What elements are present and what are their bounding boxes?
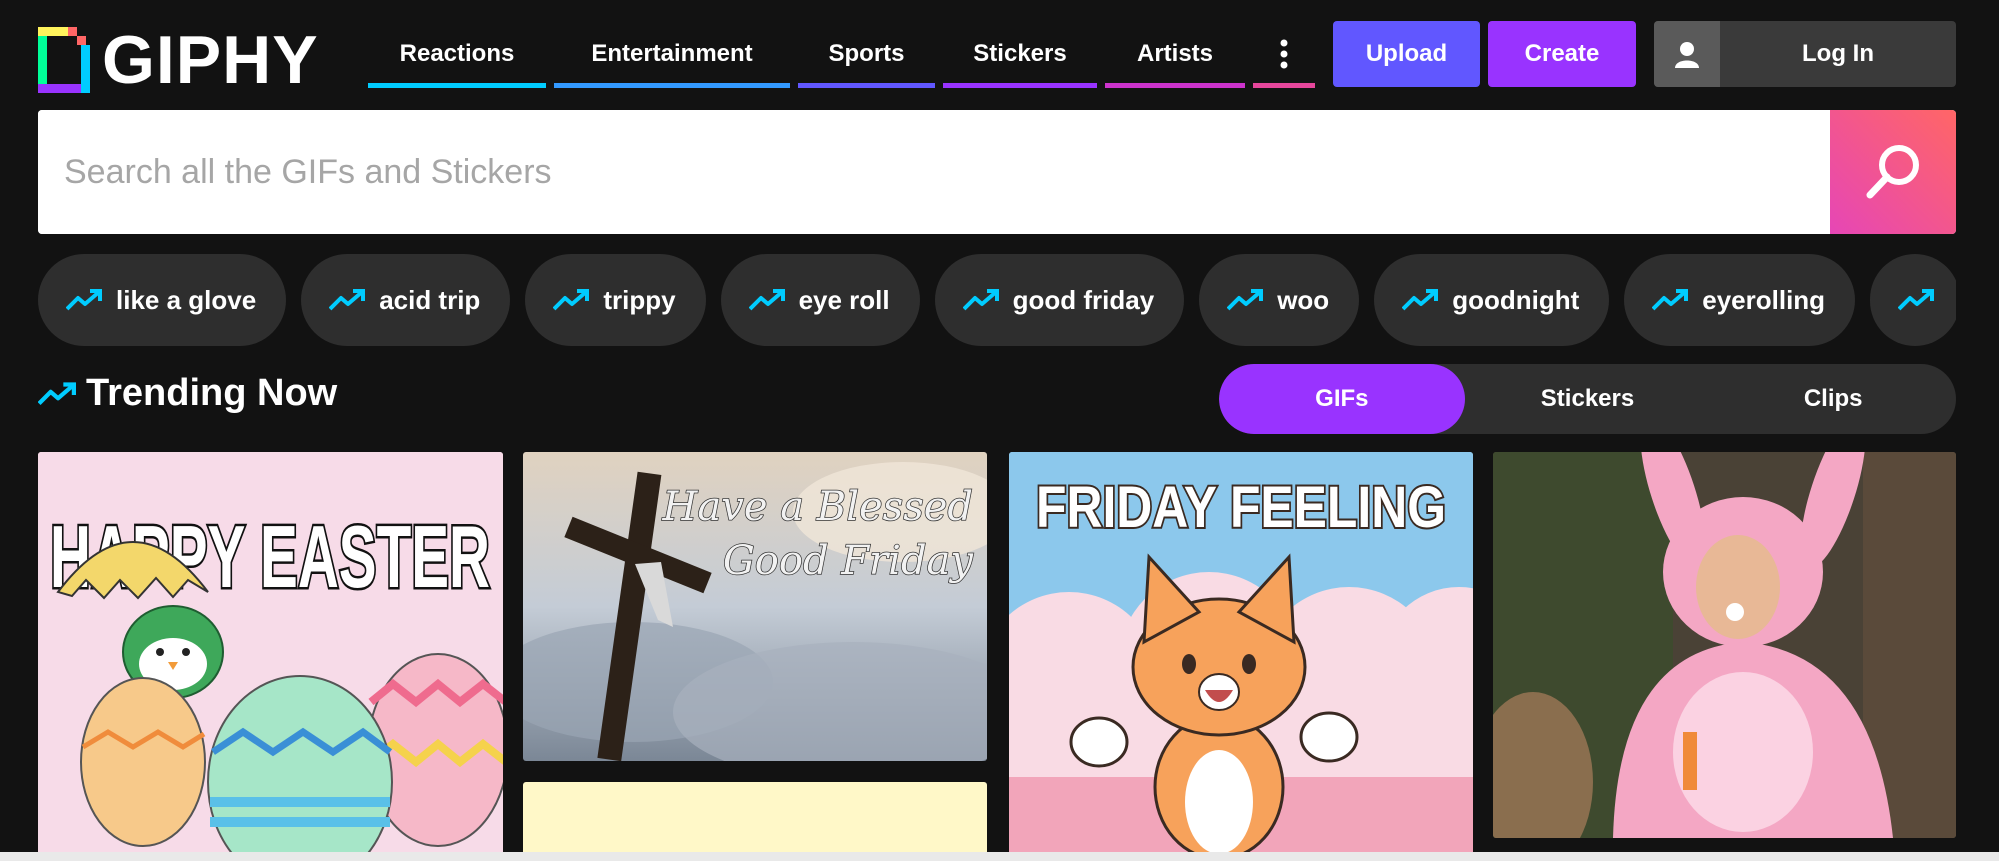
trending-up-icon — [1898, 289, 1935, 311]
trending-pill[interactable]: good friday — [934, 254, 1185, 346]
trending-pill[interactable]: like a glove — [38, 254, 287, 346]
trending-up-icon — [38, 381, 76, 405]
trending-pill[interactable]: eye roll — [720, 254, 920, 346]
trending-up-icon — [1227, 289, 1264, 311]
gif-good-friday-image: Have a Blessed Good Friday — [523, 452, 987, 761]
trending-up-icon — [1402, 289, 1439, 311]
upload-button[interactable]: Upload — [1333, 21, 1480, 87]
tab-stickers[interactable]: Stickers — [1465, 364, 1711, 434]
trending-pill-label: acid trip — [379, 284, 481, 315]
search-icon — [1866, 145, 1919, 199]
nav-label: Stickers — [973, 40, 1067, 67]
section-heading: Trending Now — [38, 372, 337, 415]
nav-label: Reactions — [399, 40, 515, 67]
nav-underline — [1253, 83, 1315, 88]
gif-card-bunny-costume[interactable] — [1493, 452, 1956, 838]
gif-friday-feeling-image: FRIDAY FEELING — [1009, 452, 1473, 861]
nav-underline — [1105, 83, 1245, 88]
trending-pill-label: like a glove — [116, 284, 257, 315]
trending-up-icon — [329, 289, 366, 311]
gif-good-friday-line2: Good Friday — [723, 538, 975, 584]
giphy-logo-icon — [38, 27, 90, 93]
nav-underline — [368, 83, 546, 88]
search-bar — [38, 110, 1956, 234]
gif-good-friday-line1: Have a Blessed — [662, 484, 973, 530]
login-button[interactable]: Log In — [1654, 21, 1956, 87]
nav-artists[interactable]: Artists — [1105, 20, 1245, 88]
nav-label: Sports — [828, 40, 905, 67]
trending-pill-label: goodnight — [1452, 284, 1580, 315]
window-bottom-edge — [0, 852, 1999, 861]
gif-bunny-costume-image — [1493, 452, 1956, 838]
trending-pill[interactable] — [1870, 254, 1956, 346]
gif-card-friday-feeling[interactable]: FRIDAY FEELING — [1009, 452, 1473, 861]
trending-pill-label: eye roll — [798, 284, 890, 315]
gif-friday-feeling-text: FRIDAY FEELING — [1036, 475, 1446, 540]
more-vertical-icon — [1280, 39, 1288, 69]
gif-card-good-friday[interactable]: Have a Blessed Good Friday — [523, 452, 987, 761]
giphy-wordmark: GIPHY — [102, 22, 319, 98]
giphy-logo[interactable]: GIPHY — [38, 26, 319, 94]
section-title: Trending Now — [86, 372, 338, 414]
trending-pill-label: good friday — [1012, 284, 1155, 315]
trending-pill-label: eyerolling — [1702, 284, 1826, 315]
trending-up-icon — [962, 289, 999, 311]
trending-pill[interactable]: goodnight — [1374, 254, 1610, 346]
nav-entertainment[interactable]: Entertainment — [554, 20, 790, 88]
nav-label: Entertainment — [591, 40, 753, 67]
trending-pill-label: woo — [1277, 284, 1330, 315]
nav-underline — [943, 83, 1097, 88]
nav-label: Artists — [1136, 40, 1214, 67]
gif-happy-easter-image: HAPPY EASTER — [38, 452, 503, 861]
trending-up-icon — [748, 289, 785, 311]
trending-pill[interactable]: eyerolling — [1624, 254, 1856, 346]
search-button[interactable] — [1830, 110, 1956, 234]
trending-pill[interactable]: acid trip — [301, 254, 511, 346]
login-label: Log In — [1802, 40, 1874, 67]
tab-clips[interactable]: Clips — [1710, 364, 1956, 434]
create-button[interactable]: Create — [1488, 21, 1636, 87]
nav-underline — [554, 83, 790, 88]
content-type-tabs: GIFs Stickers Clips — [1219, 364, 1956, 434]
main-nav: Reactions Entertainment Sports Stickers … — [368, 20, 1315, 88]
trending-up-icon — [66, 289, 102, 311]
gif-card-partial[interactable] — [523, 782, 987, 861]
trending-up-icon — [553, 289, 590, 311]
tab-gifs[interactable]: GIFs — [1219, 364, 1465, 434]
user-icon — [1654, 21, 1720, 87]
trending-pill[interactable]: trippy — [525, 254, 706, 346]
gif-card-happy-easter[interactable]: HAPPY EASTER — [38, 452, 503, 861]
trending-pill[interactable]: woo — [1199, 254, 1360, 346]
nav-reactions[interactable]: Reactions — [368, 20, 546, 88]
nav-underline — [798, 83, 935, 88]
nav-stickers[interactable]: Stickers — [943, 20, 1097, 88]
trending-searches: like a glove acid trip trippy eye roll g… — [38, 254, 1956, 346]
trending-up-icon — [1652, 289, 1689, 311]
nav-sports[interactable]: Sports — [798, 20, 935, 88]
search-input[interactable] — [38, 110, 1830, 234]
trending-pill-label: trippy — [603, 284, 676, 315]
nav-more-button[interactable] — [1253, 20, 1315, 88]
